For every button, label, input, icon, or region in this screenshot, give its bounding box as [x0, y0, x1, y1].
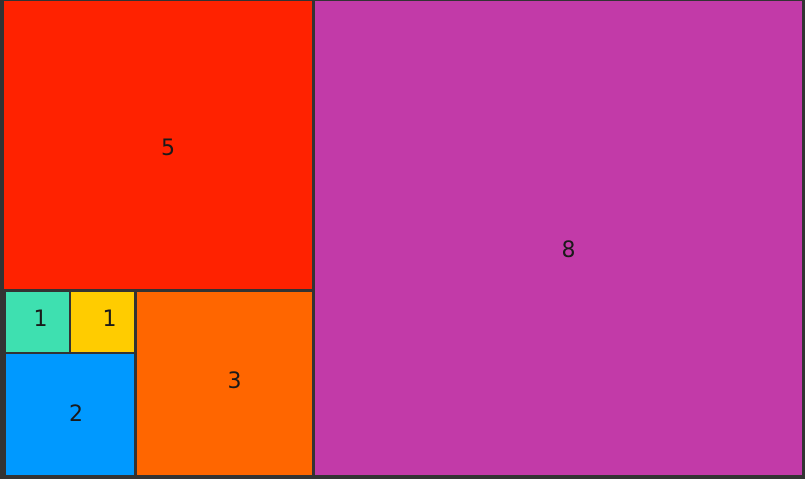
square-1-left: 1	[6, 292, 69, 352]
square-3: 3	[137, 292, 312, 475]
square-2-label: 2	[69, 402, 83, 427]
square-5-label: 5	[161, 135, 175, 161]
square-1-right-label: 1	[102, 306, 117, 332]
square-3-label: 3	[227, 369, 242, 394]
fibonacci-square-diagram: 5 8 1 1 2 3	[0, 0, 805, 479]
square-5: 5	[4, 1, 312, 289]
square-2: 2	[6, 354, 134, 475]
square-1-left-label: 1	[33, 306, 48, 332]
square-1-right: 1	[71, 292, 134, 352]
square-8: 8	[315, 1, 802, 475]
square-8-label: 8	[561, 237, 576, 263]
